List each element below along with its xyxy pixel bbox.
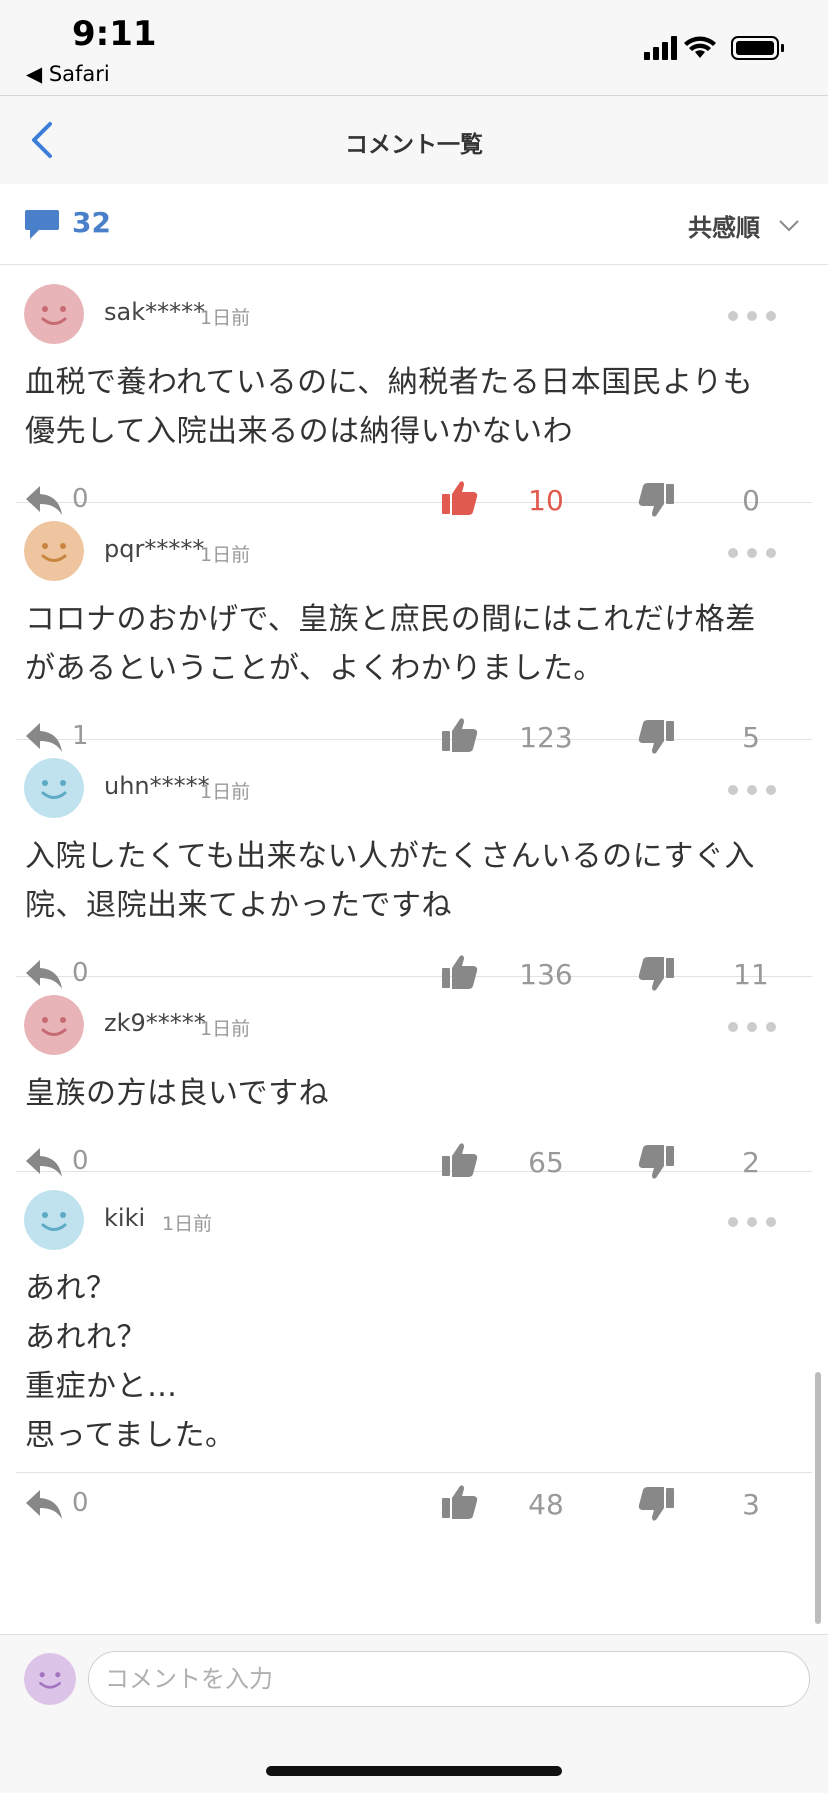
dislike-count: 3 — [742, 1488, 760, 1521]
wifi-icon — [684, 36, 716, 58]
more-options-icon[interactable] — [728, 1017, 788, 1032]
status-time: 9:11 — [72, 14, 157, 54]
comment-list[interactable]: sak***** 1日前 血税で養われているのに、納税者たる日本国民よりも 優先して… — [0, 266, 828, 1634]
username[interactable]: uhn***** — [104, 772, 210, 800]
comment-input[interactable] — [88, 1651, 810, 1707]
comment-count: 32 — [72, 206, 111, 239]
user-avatar[interactable] — [24, 1190, 84, 1250]
home-indicator[interactable] — [266, 1766, 562, 1776]
status-bar: 9:11 ◀ Safari — [0, 0, 828, 95]
back-to-safari-link[interactable]: ◀ Safari — [26, 62, 110, 86]
comment-text: 皇族の方は良いですね — [25, 1076, 330, 1111]
comment-text: 入院したくても出来ない人がたくさんいるのにすぐ入 院、退院出来てよかったですね — [25, 839, 755, 923]
thumbs-down-icon[interactable] — [636, 1484, 676, 1524]
comment-item: uhn***** 1日前入院したくても出来ない人がたくさんいるのにすぐ入 院、退院… — [16, 740, 812, 991]
user-avatar[interactable] — [24, 521, 84, 581]
user-avatar[interactable] — [24, 284, 84, 344]
sort-dropdown[interactable]: 共感順 — [688, 208, 800, 243]
signal-icon — [644, 36, 677, 60]
timestamp: 1日前 — [200, 1018, 251, 1040]
more-options-icon[interactable] — [728, 780, 788, 795]
timestamp: 1日前 — [162, 1213, 213, 1235]
navigation-bar: コメント一覧 — [0, 95, 828, 185]
comment-text: 血税で養われているのに、納税者たる日本国民よりも 優先して入院出来るのは納得いか… — [25, 365, 754, 449]
more-options-icon[interactable] — [728, 1212, 788, 1227]
sort-label: 共感順 — [688, 214, 760, 242]
username[interactable]: pqr***** — [104, 535, 204, 563]
comment-item: zk9***** 1日前 皇族の方は良いですね 0 65 2 — [16, 977, 812, 1179]
reply-icon[interactable] — [24, 1486, 64, 1522]
more-options-icon[interactable] — [728, 306, 788, 321]
comment-bubble-icon — [25, 210, 59, 239]
comment-text: あれ？ あれれ？ 重症かと… 思ってました。 — [25, 1271, 236, 1453]
scrollbar[interactable] — [815, 1372, 821, 1624]
timestamp: 1日前 — [200, 307, 251, 329]
comment-item: kiki 1日前あれ？ あれれ？ 重症かと… 思ってました。 0 48 3 — [16, 1172, 812, 1521]
thumbs-up-icon[interactable] — [440, 1482, 480, 1522]
page-title: コメント一覧 — [345, 132, 483, 158]
more-options-icon[interactable] — [728, 543, 788, 558]
chevron-down-icon — [779, 219, 799, 231]
like-count: 48 — [528, 1488, 564, 1521]
comment-actions: 0 48 3 — [16, 1480, 812, 1530]
system-status-icons — [644, 36, 784, 60]
user-avatar — [24, 1653, 76, 1705]
username[interactable]: sak***** — [104, 298, 205, 326]
username[interactable]: kiki — [104, 1204, 145, 1232]
timestamp: 1日前 — [200, 781, 251, 803]
comment-item: sak***** 1日前血税で養われているのに、納税者たる日本国民よりも 優先して… — [16, 266, 812, 517]
user-avatar[interactable] — [24, 995, 84, 1055]
reply-count: 0 — [72, 1488, 89, 1518]
comment-summary-bar: 32 共感順 — [0, 184, 828, 265]
comment-item: pqr***** 1日前コロナのおかげで、皇族と庶民の間にはこれだけ格差 があると… — [16, 503, 812, 754]
username[interactable]: zk9***** — [104, 1009, 206, 1037]
user-avatar[interactable] — [24, 758, 84, 818]
battery-icon — [731, 36, 784, 60]
timestamp: 1日前 — [200, 544, 251, 566]
comment-text: コロナのおかげで、皇族と庶民の間にはこれだけ格差 があるということが、よくわかり… — [25, 602, 756, 686]
